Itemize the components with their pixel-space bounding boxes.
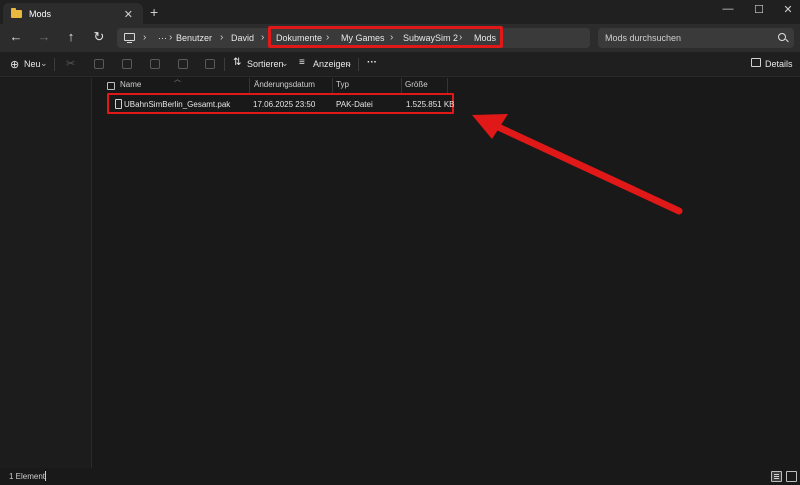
details-button[interactable]: Details (765, 59, 793, 69)
chevron-down-icon[interactable]: ⌄ (345, 58, 353, 69)
file-type: PAK-Datei (336, 100, 373, 109)
column-header-name[interactable]: Name (120, 80, 141, 94)
folder-icon (11, 7, 22, 18)
breadcrumb-benutzer[interactable]: Benutzer (176, 33, 212, 43)
refresh-icon[interactable]: ↻ (91, 30, 107, 44)
chevron-right-icon[interactable]: › (261, 32, 264, 43)
chevron-right-icon[interactable]: › (169, 32, 172, 43)
column-header-size[interactable]: Größe (405, 80, 428, 94)
select-all-checkbox[interactable] (107, 82, 115, 90)
chevron-down-icon[interactable]: ⌄ (281, 58, 289, 69)
search-input[interactable]: Mods durchsuchen (598, 28, 794, 48)
details-view-icon[interactable] (771, 471, 782, 482)
title-bar: Mods ✕ + — ☐ ✕ (0, 0, 800, 24)
tiles-view-icon[interactable] (786, 471, 797, 482)
share-icon[interactable] (178, 59, 188, 69)
navigation-pane[interactable] (0, 78, 92, 468)
more-button[interactable]: ··· (367, 57, 377, 68)
breadcrumb-david[interactable]: David (231, 33, 254, 43)
breadcrumb-highlight-box (268, 26, 503, 48)
new-tab-button[interactable]: + (150, 5, 158, 19)
item-count: 1 Element (9, 472, 46, 481)
file-modified: 17.06.2025 23:50 (253, 100, 316, 109)
search-icon[interactable] (778, 33, 786, 41)
column-header-type[interactable]: Typ (336, 80, 349, 94)
delete-icon[interactable] (205, 59, 215, 69)
status-bar: 1 Element (0, 468, 800, 485)
divider (54, 58, 55, 71)
chevron-down-icon[interactable]: ⌄ (40, 58, 48, 69)
maximize-button[interactable]: ☐ (749, 3, 769, 16)
file-list-area[interactable] (93, 78, 800, 468)
minimize-button[interactable]: — (718, 3, 738, 15)
sort-icon[interactable]: ⇅ (233, 57, 241, 68)
file-icon (115, 99, 122, 109)
back-icon[interactable]: ← (8, 30, 24, 44)
file-size: 1.525.851 KB (406, 100, 455, 109)
command-bar: ⊕ Neu ⌄ ✂ ⇅ Sortieren ⌄ ≡ Anzeigen ⌄ ···… (0, 52, 800, 77)
cut-icon[interactable]: ✂ (66, 57, 75, 70)
chevron-right-icon[interactable]: › (220, 32, 223, 43)
divider (224, 58, 225, 71)
column-header-modified[interactable]: Änderungsdatum (254, 80, 315, 94)
sort-up-icon: ︿ (174, 76, 181, 83)
view-icon[interactable]: ≡ (299, 57, 305, 68)
computer-icon[interactable] (124, 33, 135, 43)
text-cursor (45, 471, 46, 481)
chevron-right-icon[interactable]: › (143, 32, 146, 43)
search-placeholder: Mods durchsuchen (605, 33, 682, 43)
details-icon[interactable] (751, 58, 761, 67)
sort-button[interactable]: Sortieren (247, 59, 284, 69)
breadcrumb-overflow[interactable]: ··· (158, 33, 167, 43)
copy-icon[interactable] (94, 59, 104, 69)
forward-icon[interactable]: → (36, 30, 52, 44)
rename-icon[interactable] (150, 59, 160, 69)
tab-mods[interactable]: Mods ✕ (3, 3, 143, 24)
divider (358, 58, 359, 71)
new-icon[interactable]: ⊕ (10, 58, 19, 71)
close-button[interactable]: ✕ (778, 3, 798, 16)
up-icon[interactable]: ↑ (63, 30, 79, 44)
tab-close-button[interactable]: ✕ (124, 8, 133, 21)
tab-title: Mods (29, 8, 52, 19)
table-row[interactable]: UBahnSimBerlin_Gesamt.pak 17.06.2025 23:… (107, 93, 454, 114)
paste-icon[interactable] (122, 59, 132, 69)
file-name[interactable]: UBahnSimBerlin_Gesamt.pak (124, 100, 230, 109)
new-button[interactable]: Neu (24, 59, 41, 69)
